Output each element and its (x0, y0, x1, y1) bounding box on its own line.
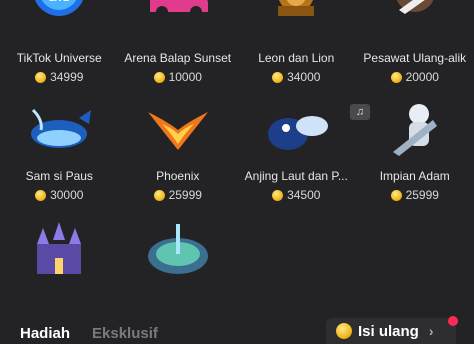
space-shuttle-icon (379, 0, 451, 42)
gift-name: Leon dan Lion (237, 51, 356, 65)
tiktok-universe-icon: TIKTOK LIVE (23, 0, 95, 42)
astronaut-icon (379, 100, 451, 162)
gift-item[interactable]: Leon dan Lion 34000 (237, 0, 356, 96)
gift-price: 34500 (237, 188, 356, 202)
gift-name: Impian Adam (356, 169, 474, 183)
gift-price: 10000 (119, 70, 238, 84)
coin-icon (391, 190, 402, 201)
tab-hadiah[interactable]: Hadiah (20, 325, 70, 342)
music-note-icon: ♫ (350, 104, 370, 120)
gift-price: 25999 (119, 188, 238, 202)
gift-item[interactable]: Pesawat Ulang-alik 20000 (356, 0, 474, 96)
gift-name: Sam si Paus (0, 169, 119, 183)
svg-text:LIVE: LIVE (49, 0, 69, 3)
gift-name: Pesawat Ulang-alik (356, 51, 474, 65)
gift-item[interactable]: TIKTOK LIVE TikTok Universe 34999 (0, 0, 119, 96)
coin-icon (336, 323, 352, 339)
gift-name: Arena Balap Sunset (119, 51, 238, 65)
fountain-icon (142, 218, 214, 280)
gift-item[interactable]: Phoenix 25999 (119, 96, 238, 214)
castle-icon (23, 218, 95, 280)
gift-price: 34999 (0, 70, 119, 84)
chevron-right-icon: › (429, 323, 434, 339)
coin-icon (154, 190, 165, 201)
gift-name: TikTok Universe (0, 51, 119, 65)
recharge-button[interactable]: Isi ulang › (326, 318, 456, 344)
gift-price: 34000 (237, 70, 356, 84)
lion-icon (260, 0, 332, 42)
gift-item[interactable]: Arena Balap Sunset 10000 (119, 0, 238, 96)
recharge-label: Isi ulang (358, 323, 419, 340)
coin-icon (35, 72, 46, 83)
coin-icon (391, 72, 402, 83)
gift-name: Anjing Laut dan P... (237, 169, 356, 183)
gift-item[interactable]: Sam si Paus 30000 (0, 96, 119, 214)
gift-price: 30000 (0, 188, 119, 202)
tab-eksklusif[interactable]: Eksklusif (92, 325, 158, 342)
coin-icon (35, 190, 46, 201)
phoenix-icon (142, 100, 214, 162)
gift-item[interactable]: Impian Adam 25999 (356, 96, 474, 214)
bottom-bar: Hadiah Eksklusif Isi ulang › (0, 312, 474, 338)
notification-dot (448, 316, 458, 326)
seal-icon (260, 100, 332, 162)
gift-item[interactable]: Anjing Laut dan P... 34500 (237, 96, 356, 214)
gift-grid: TIKTOK LIVE TikTok Universe 34999 Arena … (0, 0, 474, 332)
coin-icon (154, 72, 165, 83)
coin-icon (272, 190, 283, 201)
gift-price: 20000 (356, 70, 474, 84)
gift-price: 25999 (356, 188, 474, 202)
gift-name: Phoenix (119, 169, 238, 183)
coin-icon (272, 72, 283, 83)
race-car-icon (142, 0, 214, 42)
whale-icon (23, 100, 95, 162)
